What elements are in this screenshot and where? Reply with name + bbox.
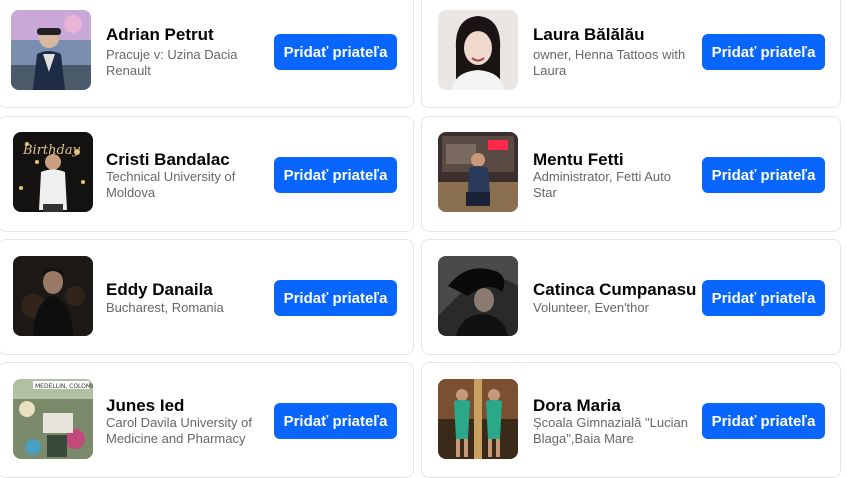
- person-name[interactable]: Dora Maria: [533, 396, 621, 416]
- person-photo-icon: [11, 10, 91, 90]
- add-friend-button[interactable]: Pridať priateľa: [702, 34, 825, 70]
- add-friend-button[interactable]: Pridať priateľa: [274, 34, 397, 70]
- person-name[interactable]: Catinca Cumpanasu: [533, 280, 696, 300]
- profile-photo[interactable]: [438, 379, 518, 459]
- person-photo-icon: MEDELLIN, COLOMBIA: [13, 379, 93, 459]
- person-subtitle: Technical University of Moldova: [106, 169, 236, 200]
- suggestion-card: Dora Maria Școala Gimnazială "Lucian Bla…: [421, 362, 841, 478]
- person-photo-icon: [13, 256, 93, 336]
- person-subtitle: Bucharest, Romania: [106, 300, 224, 315]
- suggestion-card: MEDELLIN, COLOMBIA Junes Ied Carol Davil…: [0, 362, 414, 478]
- profile-photo[interactable]: [13, 256, 93, 336]
- person-name[interactable]: Laura Bălălău: [533, 25, 645, 45]
- add-friend-button[interactable]: Pridať priateľa: [702, 403, 825, 439]
- add-friend-button[interactable]: Pridať priateľa: [702, 157, 825, 193]
- suggestion-card: Adrian Petrut Pracuje v: Uzina Dacia Ren…: [0, 0, 414, 108]
- profile-photo[interactable]: [438, 256, 518, 336]
- person-subtitle: Administrator, Fetti Auto Star: [533, 169, 672, 200]
- person-name[interactable]: Junes Ied: [106, 396, 184, 416]
- svg-text:MEDELLIN, COLOMBIA: MEDELLIN, COLOMBIA: [35, 383, 93, 390]
- person-subtitle: Volunteer, Even'thor: [533, 300, 649, 315]
- person-subtitle: Școala Gimnazială "Lucian Blaga",Baia Ma…: [533, 415, 688, 446]
- profile-photo[interactable]: Birthday: [13, 132, 93, 212]
- person-subtitle: Pracuje v: Uzina Dacia Renault: [106, 47, 238, 78]
- suggestion-card: Mentu Fetti Administrator, Fetti Auto St…: [421, 116, 841, 232]
- person-subtitle: owner, Henna Tattoos with Laura: [533, 47, 686, 78]
- person-photo-icon: Birthday: [13, 132, 93, 212]
- profile-photo[interactable]: [438, 10, 518, 90]
- person-subtitle: Carol Davila University of Medicine and …: [106, 415, 252, 446]
- friend-suggestions-grid: Adrian Petrut Pracuje v: Uzina Dacia Ren…: [0, 0, 847, 478]
- add-friend-button[interactable]: Pridať priateľa: [702, 280, 825, 316]
- suggestion-card: Birthday Cristi Bandalac Technical Unive…: [0, 116, 414, 232]
- person-name[interactable]: Adrian Petrut: [106, 25, 214, 45]
- person-photo-icon: [438, 10, 518, 90]
- person-name[interactable]: Cristi Bandalac: [106, 150, 230, 170]
- person-photo-icon: [438, 256, 518, 336]
- add-friend-button[interactable]: Pridať priateľa: [274, 280, 397, 316]
- profile-photo[interactable]: [438, 132, 518, 212]
- person-name[interactable]: Mentu Fetti: [533, 150, 624, 170]
- add-friend-button[interactable]: Pridať priateľa: [274, 403, 397, 439]
- person-photo-icon: [438, 132, 518, 212]
- profile-photo[interactable]: [11, 10, 91, 90]
- suggestion-card: Catinca Cumpanasu Volunteer, Even'thor P…: [421, 239, 841, 355]
- person-photo-icon: [438, 379, 518, 459]
- suggestion-card: Eddy Danaila Bucharest, Romania Pridať p…: [0, 239, 414, 355]
- profile-photo[interactable]: MEDELLIN, COLOMBIA: [13, 379, 93, 459]
- person-name[interactable]: Eddy Danaila: [106, 280, 213, 300]
- add-friend-button[interactable]: Pridať priateľa: [274, 157, 397, 193]
- suggestion-card: Laura Bălălău owner, Henna Tattoos with …: [421, 0, 841, 108]
